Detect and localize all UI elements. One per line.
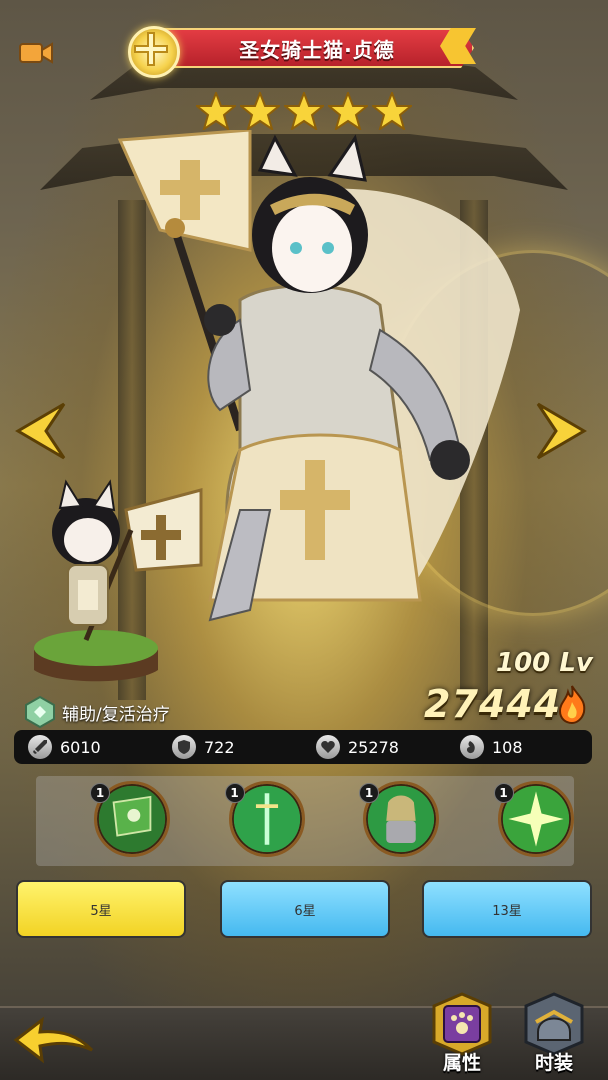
stat-attack: 6010 [28, 735, 158, 759]
health-value: 25278 [348, 737, 399, 757]
hero-detail-screen: 圣女骑士猫·贞德 100 Lv 27444 辅助/复活治疗 6010 722 2… [0, 0, 608, 1080]
helmet-icon [524, 992, 584, 1056]
hero-stats-bar: 6010 722 25278 108 [14, 730, 592, 764]
star-icon [372, 92, 412, 130]
skills-panel: 1 1 1 1 [36, 776, 574, 866]
stat-speed: 108 [460, 735, 590, 759]
star-icon [328, 92, 368, 130]
star-icon [284, 92, 324, 130]
video-replay-button[interactable] [18, 40, 56, 66]
hero-name-banner: 圣女骑士猫·贞德 [150, 28, 474, 68]
skill-level-badge: 1 [90, 783, 110, 803]
back-arrow-button[interactable] [12, 1012, 96, 1066]
speed-icon [460, 735, 484, 759]
defense-value: 722 [204, 737, 235, 757]
skill-level-badge: 1 [224, 783, 245, 803]
skill-level-badge: 1 [359, 783, 379, 803]
tab-attributes-label: 属性 [442, 1052, 481, 1074]
fire-icon [558, 685, 586, 724]
hero-chibi-model [34, 479, 203, 682]
sword-icon [28, 735, 52, 759]
tab-attributes[interactable]: 属性 [426, 992, 498, 1076]
skill-slot-3[interactable]: 1 [359, 781, 440, 861]
stat-defense: 722 [172, 735, 302, 759]
role-class-badge [128, 26, 180, 78]
star-6-button[interactable]: 6星 [220, 880, 390, 938]
hero-name: 圣女骑士猫·贞德 [239, 37, 395, 62]
skill-level-badge: 1 [493, 783, 514, 803]
hero-level: 100 Lv [496, 648, 593, 678]
skill-slot-2[interactable]: 1 [224, 781, 306, 861]
hero-role-text: 辅助/复活治疗 [62, 704, 170, 725]
heart-icon [316, 735, 340, 759]
next-hero-arrow[interactable] [534, 398, 594, 464]
tab-skin[interactable]: 时装 [518, 992, 590, 1076]
star-5-button[interactable]: 5星 [16, 880, 186, 938]
holy-cross-icon [134, 32, 168, 66]
skill-slot-4[interactable]: 1 [493, 781, 575, 861]
stat-health: 25278 [316, 735, 446, 759]
video-camera-icon [19, 42, 53, 64]
attack-value: 6010 [60, 737, 101, 757]
speed-value: 108 [492, 737, 523, 757]
support-role-icon [25, 696, 55, 728]
combat-power: 27444 [424, 682, 562, 726]
tab-skin-label: 时装 [534, 1052, 573, 1074]
hero-role-row: 辅助/复活治疗 [24, 696, 170, 728]
skill-slot-1[interactable]: 1 [90, 781, 171, 861]
star-13-button[interactable]: 13星 [422, 880, 592, 938]
shield-icon [172, 735, 196, 759]
star-icon [240, 92, 280, 130]
star-icon [196, 92, 236, 130]
previous-hero-arrow[interactable] [8, 398, 68, 464]
hero-star-rating [196, 92, 412, 130]
paw-book-icon [432, 992, 492, 1056]
